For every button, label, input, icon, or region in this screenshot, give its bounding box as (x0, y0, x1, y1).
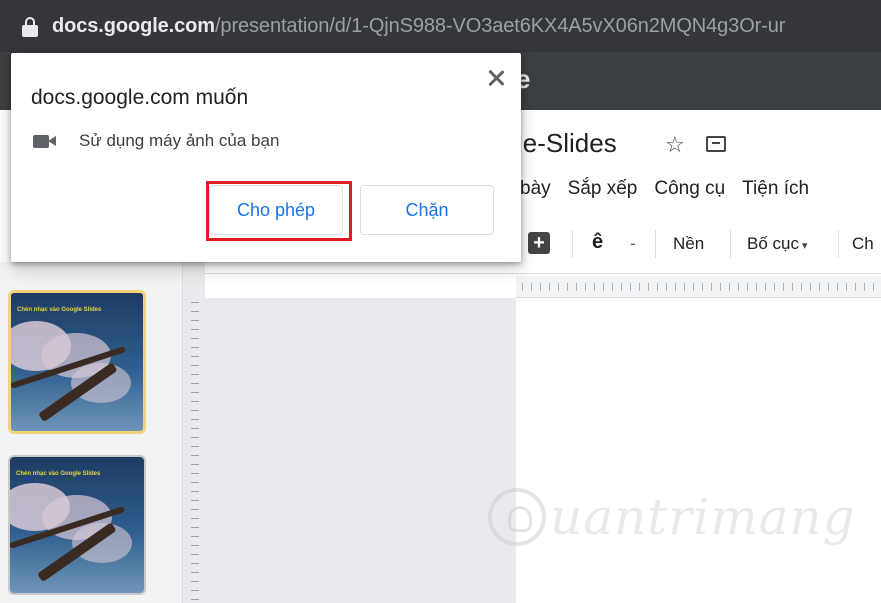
ruler-ticks (522, 283, 881, 291)
toolbar-divider (838, 230, 839, 258)
text-format-icon[interactable]: ê (592, 231, 603, 254)
url-text[interactable]: docs.google.com/presentation/d/1-QjnS988… (52, 15, 785, 38)
close-icon[interactable] (485, 67, 507, 89)
watermark: uantrimang (488, 488, 856, 546)
background-button[interactable]: Nền (673, 234, 704, 254)
theme-button[interactable]: Ch (852, 234, 874, 254)
layout-button[interactable]: Bố cục ▾ (747, 234, 808, 254)
url-path: /presentation/d/1-QjnS988-VO3aet6KX4A5vX… (214, 14, 786, 37)
move-folder-icon[interactable] (706, 136, 726, 152)
toolbar-divider (572, 230, 573, 258)
chevron-down-icon[interactable]: - (630, 234, 636, 254)
thumbnail-caption: Chèn nhạc vào Google Slides (17, 307, 102, 313)
menu-item-slide[interactable]: bày (520, 178, 551, 200)
highlight-annotation (206, 181, 352, 241)
document-title[interactable]: le-Slides (517, 128, 617, 159)
slide-thumbnail-1[interactable]: Chèn nhạc vào Google Slides (8, 290, 146, 434)
thumbnail-caption: Chèn nhạc vào Google Slides (16, 471, 101, 477)
watermark-text: uantrimang (550, 488, 856, 546)
address-bar[interactable]: docs.google.com/presentation/d/1-QjnS988… (0, 0, 881, 52)
canvas-background (205, 298, 516, 603)
menu-bar: bày Sắp xếp Công cụ Tiện ích (520, 178, 826, 200)
lightbulb-logo-icon (488, 488, 546, 546)
permission-popup: docs.google.com muốn Sử dụng máy ảnh của… (11, 53, 521, 262)
star-icon[interactable]: ☆ (665, 132, 685, 158)
vertical-ruler (183, 262, 205, 603)
lock-icon[interactable] (22, 15, 38, 37)
slide-thumbnail-2[interactable]: Chèn nhạc vào Google Slides (8, 455, 146, 595)
permission-text: Sử dụng máy ảnh của bạn (79, 131, 280, 150)
insert-plus-icon[interactable]: + (528, 232, 550, 254)
toolbar-divider (730, 230, 731, 258)
toolbar-divider (655, 230, 656, 258)
permission-row: Sử dụng máy ảnh của bạn (33, 131, 279, 151)
url-host: docs.google.com (52, 14, 215, 37)
menu-item-addons[interactable]: Tiện ích (742, 178, 809, 200)
popup-title: docs.google.com muốn (31, 86, 249, 109)
menu-item-tools[interactable]: Công cụ (654, 178, 725, 200)
menu-item-arrange[interactable]: Sắp xếp (568, 178, 638, 200)
block-button[interactable]: Chặn (360, 185, 494, 235)
layout-label: Bố cục (747, 234, 799, 253)
slide-canvas[interactable] (516, 298, 881, 603)
camera-icon (33, 133, 59, 149)
